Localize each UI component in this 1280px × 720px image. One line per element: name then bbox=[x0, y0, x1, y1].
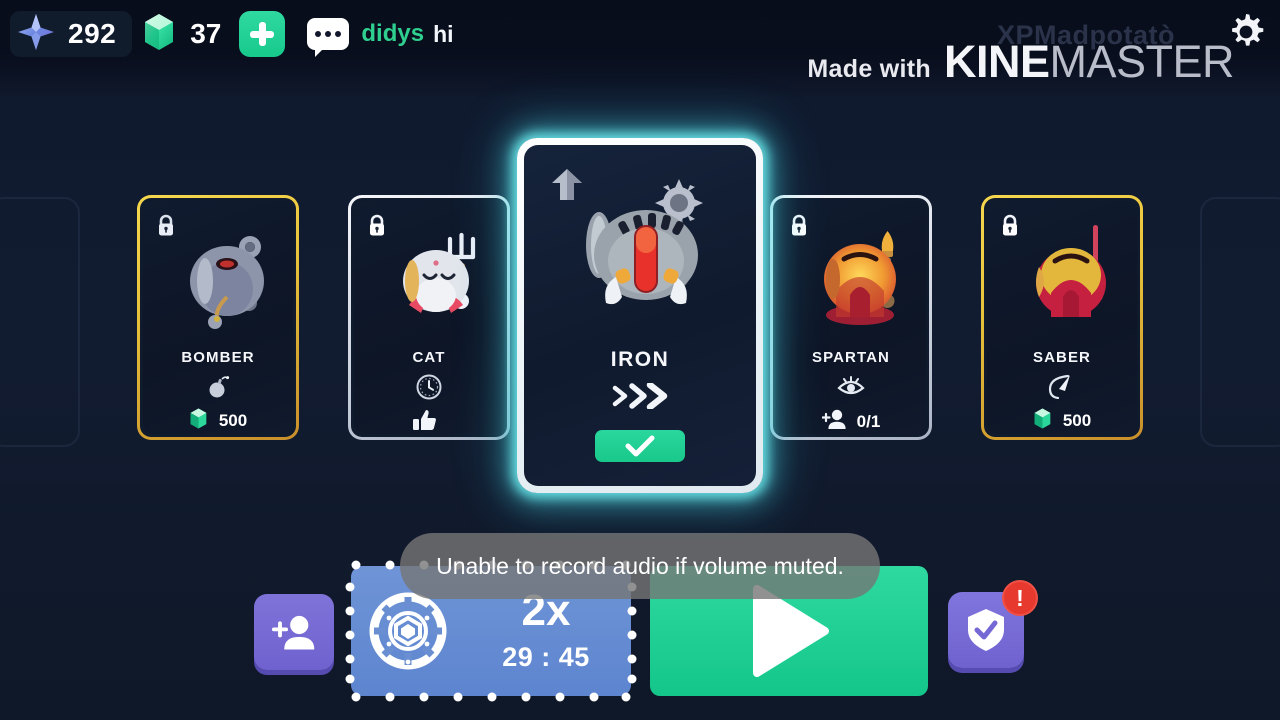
chat-bubble-icon bbox=[307, 18, 350, 57]
cost-value-saber: 500 bbox=[1062, 411, 1092, 430]
gem-currency-value: 37 bbox=[190, 18, 222, 49]
shield-check-icon bbox=[968, 609, 1004, 651]
gem-currency-group[interactable]: 37 bbox=[142, 12, 221, 57]
trait-crescent-blade-icon bbox=[987, 373, 1137, 399]
character-card-row: BOMBER 500 CAT SPARTAN 0/1 SABER 500 IRO… bbox=[0, 130, 1280, 510]
card-name-spartan: SPARTAN bbox=[812, 349, 890, 366]
cost-row-cat bbox=[354, 407, 504, 434]
check-icon bbox=[625, 435, 655, 457]
cost-row-saber: 500 bbox=[987, 407, 1137, 434]
plus-icon bbox=[249, 21, 275, 47]
character-art-saber bbox=[987, 219, 1137, 337]
star-compass-icon bbox=[16, 12, 56, 57]
cost-row-bomber: 500 bbox=[143, 407, 293, 434]
star-currency-pill[interactable]: 292 bbox=[10, 11, 133, 57]
cost-row-spartan: 0/1 bbox=[776, 407, 926, 434]
star-currency-value: 292 bbox=[68, 18, 117, 49]
trait-eye-icon bbox=[776, 373, 926, 397]
card-edge-right[interactable] bbox=[1200, 197, 1280, 447]
alert-badge: ! bbox=[1002, 580, 1038, 616]
chat-preview[interactable]: didys hi bbox=[307, 18, 454, 57]
character-card-spartan[interactable]: SPARTAN 0/1 bbox=[770, 195, 932, 440]
toast-message: Unable to record audio if volume muted. bbox=[436, 552, 844, 579]
character-art-cat bbox=[354, 219, 504, 337]
character-art-iron bbox=[524, 173, 756, 333]
settings-button[interactable] bbox=[1222, 8, 1270, 56]
chat-username: didys bbox=[361, 20, 425, 47]
toast-notification: Unable to record audio if volume muted. bbox=[400, 533, 880, 599]
top-hud-bar: 292 37 didys hi bbox=[0, 0, 1280, 68]
trait-clock-icon bbox=[354, 373, 504, 401]
security-shield-button[interactable]: ! bbox=[948, 580, 1038, 668]
gem-icon bbox=[1033, 407, 1052, 434]
character-art-bomber bbox=[143, 219, 293, 337]
thumbs-up-icon bbox=[411, 407, 437, 434]
cost-value-spartan: 0/1 bbox=[856, 411, 881, 431]
trait-bomb-icon bbox=[143, 373, 293, 399]
chat-message: hi bbox=[433, 20, 454, 47]
game-screen: 292 37 didys hi XPMadpotatò Made with KI… bbox=[0, 0, 1280, 720]
character-card-iron[interactable]: IRON bbox=[517, 138, 763, 493]
gem-icon bbox=[142, 12, 176, 57]
gem-icon bbox=[189, 407, 208, 434]
character-card-saber[interactable]: SABER 500 bbox=[981, 195, 1143, 440]
cost-value-bomber: 500 bbox=[218, 411, 248, 430]
character-card-bomber[interactable]: BOMBER 500 bbox=[137, 195, 299, 440]
add-person-icon bbox=[821, 407, 846, 434]
add-friend-button[interactable] bbox=[254, 594, 334, 670]
gear-icon bbox=[1232, 14, 1264, 46]
gem-wheel-icon bbox=[369, 592, 447, 670]
character-card-cat[interactable]: CAT bbox=[348, 195, 510, 440]
select-character-button[interactable] bbox=[595, 430, 685, 462]
trait-speed-chevrons-icon bbox=[524, 383, 756, 409]
card-name-saber: SABER bbox=[1032, 349, 1091, 366]
add-gems-button[interactable] bbox=[239, 11, 286, 57]
card-name-cat: CAT bbox=[412, 349, 446, 366]
add-person-icon bbox=[271, 615, 315, 650]
card-name-bomber: BOMBER bbox=[181, 349, 255, 366]
character-art-spartan bbox=[776, 219, 926, 337]
card-edge-left[interactable] bbox=[0, 197, 80, 447]
card-name-iron: IRON bbox=[610, 348, 670, 371]
boost-timer-label: 29 : 45 bbox=[502, 642, 590, 672]
